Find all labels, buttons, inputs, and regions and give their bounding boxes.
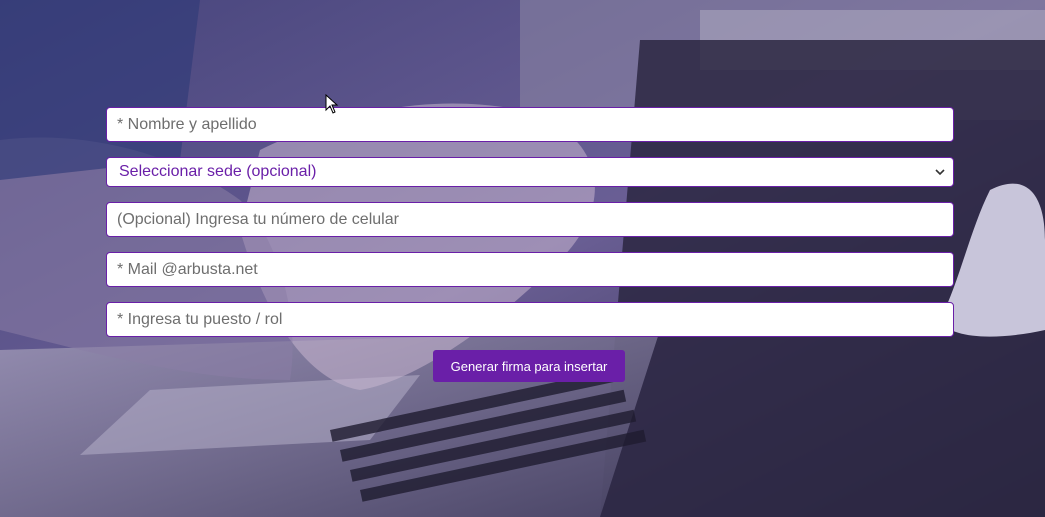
name-field[interactable] — [106, 107, 954, 142]
role-input[interactable] — [117, 303, 943, 336]
role-field[interactable] — [106, 302, 954, 337]
chevron-down-icon — [935, 167, 945, 177]
sede-select-value: Seleccionar sede (opcional) — [119, 163, 317, 180]
mail-field[interactable] — [106, 252, 954, 287]
name-input[interactable] — [117, 108, 943, 141]
phone-input[interactable] — [117, 203, 943, 236]
arrow-cursor-icon — [325, 94, 339, 114]
sede-select[interactable]: Seleccionar sede (opcional) — [106, 157, 954, 187]
mail-input[interactable] — [117, 253, 943, 286]
generate-signature-button[interactable]: Generar firma para insertar — [433, 350, 625, 382]
phone-field[interactable] — [106, 202, 954, 237]
